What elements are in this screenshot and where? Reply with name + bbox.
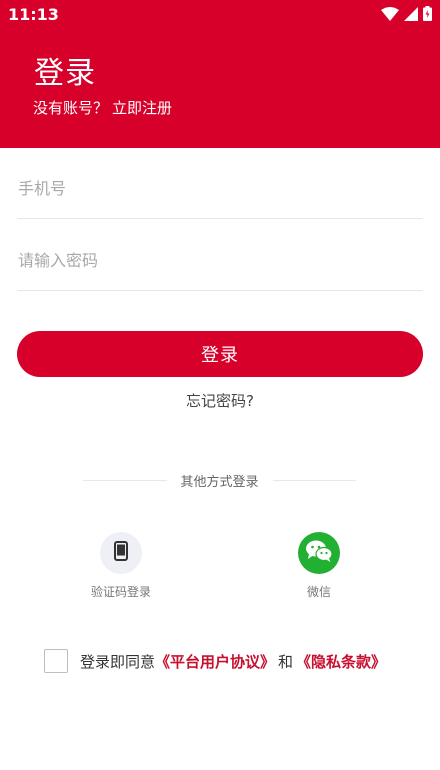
privacy-policy-link[interactable]: 《隐私条款》 bbox=[296, 651, 386, 672]
battery-charging-icon bbox=[423, 6, 432, 21]
divider-line-left bbox=[83, 479, 167, 481]
wechat-login-button[interactable] bbox=[298, 532, 340, 574]
agreement-row: 登录即同意 《平台用户协议》 和 《隐私条款》 bbox=[44, 649, 386, 673]
phone-field[interactable] bbox=[17, 158, 424, 219]
other-login-divider: 其他方式登录 bbox=[83, 472, 357, 490]
wifi-icon bbox=[381, 6, 399, 21]
phone-icon bbox=[114, 541, 128, 565]
forgot-password-link: 忘记密码? bbox=[0, 390, 440, 411]
sms-code-login-label: 验证码登录 bbox=[90, 585, 151, 599]
status-icons bbox=[381, 6, 432, 21]
page-title: 登录 bbox=[34, 56, 96, 91]
other-login-label: 其他方式登录 bbox=[180, 474, 259, 490]
login-button[interactable]: 登录 bbox=[17, 331, 423, 377]
register-link[interactable]: 立即注册 bbox=[112, 99, 172, 117]
register-prompt: 没有账号？ 立即注册 bbox=[33, 97, 172, 118]
signal-icon bbox=[404, 6, 418, 21]
agreement-prefix: 登录即同意 bbox=[80, 652, 156, 671]
wechat-icon bbox=[305, 539, 333, 567]
agreement-and: 和 bbox=[278, 652, 294, 671]
wechat-login-option[interactable]: 微信 bbox=[259, 532, 379, 600]
divider-line-right bbox=[272, 479, 357, 481]
wechat-login-label: 微信 bbox=[306, 585, 331, 599]
phone-input[interactable] bbox=[17, 158, 424, 218]
password-input[interactable] bbox=[17, 230, 424, 290]
sms-code-login-button[interactable] bbox=[100, 532, 142, 574]
password-field[interactable] bbox=[17, 230, 424, 291]
status-time: 11:13 bbox=[8, 5, 59, 24]
platform-agreement-link[interactable]: 《平台用户协议》 bbox=[155, 651, 275, 672]
agreement-checkbox[interactable] bbox=[44, 649, 68, 673]
register-prompt-text: 没有账号？ bbox=[33, 99, 109, 117]
forgot-password-text[interactable]: 忘记密码? bbox=[186, 392, 254, 410]
header: 11:13 登录 没有账号？ 立即注册 bbox=[0, 0, 440, 148]
sms-code-login-option[interactable]: 验证码登录 bbox=[61, 532, 181, 600]
